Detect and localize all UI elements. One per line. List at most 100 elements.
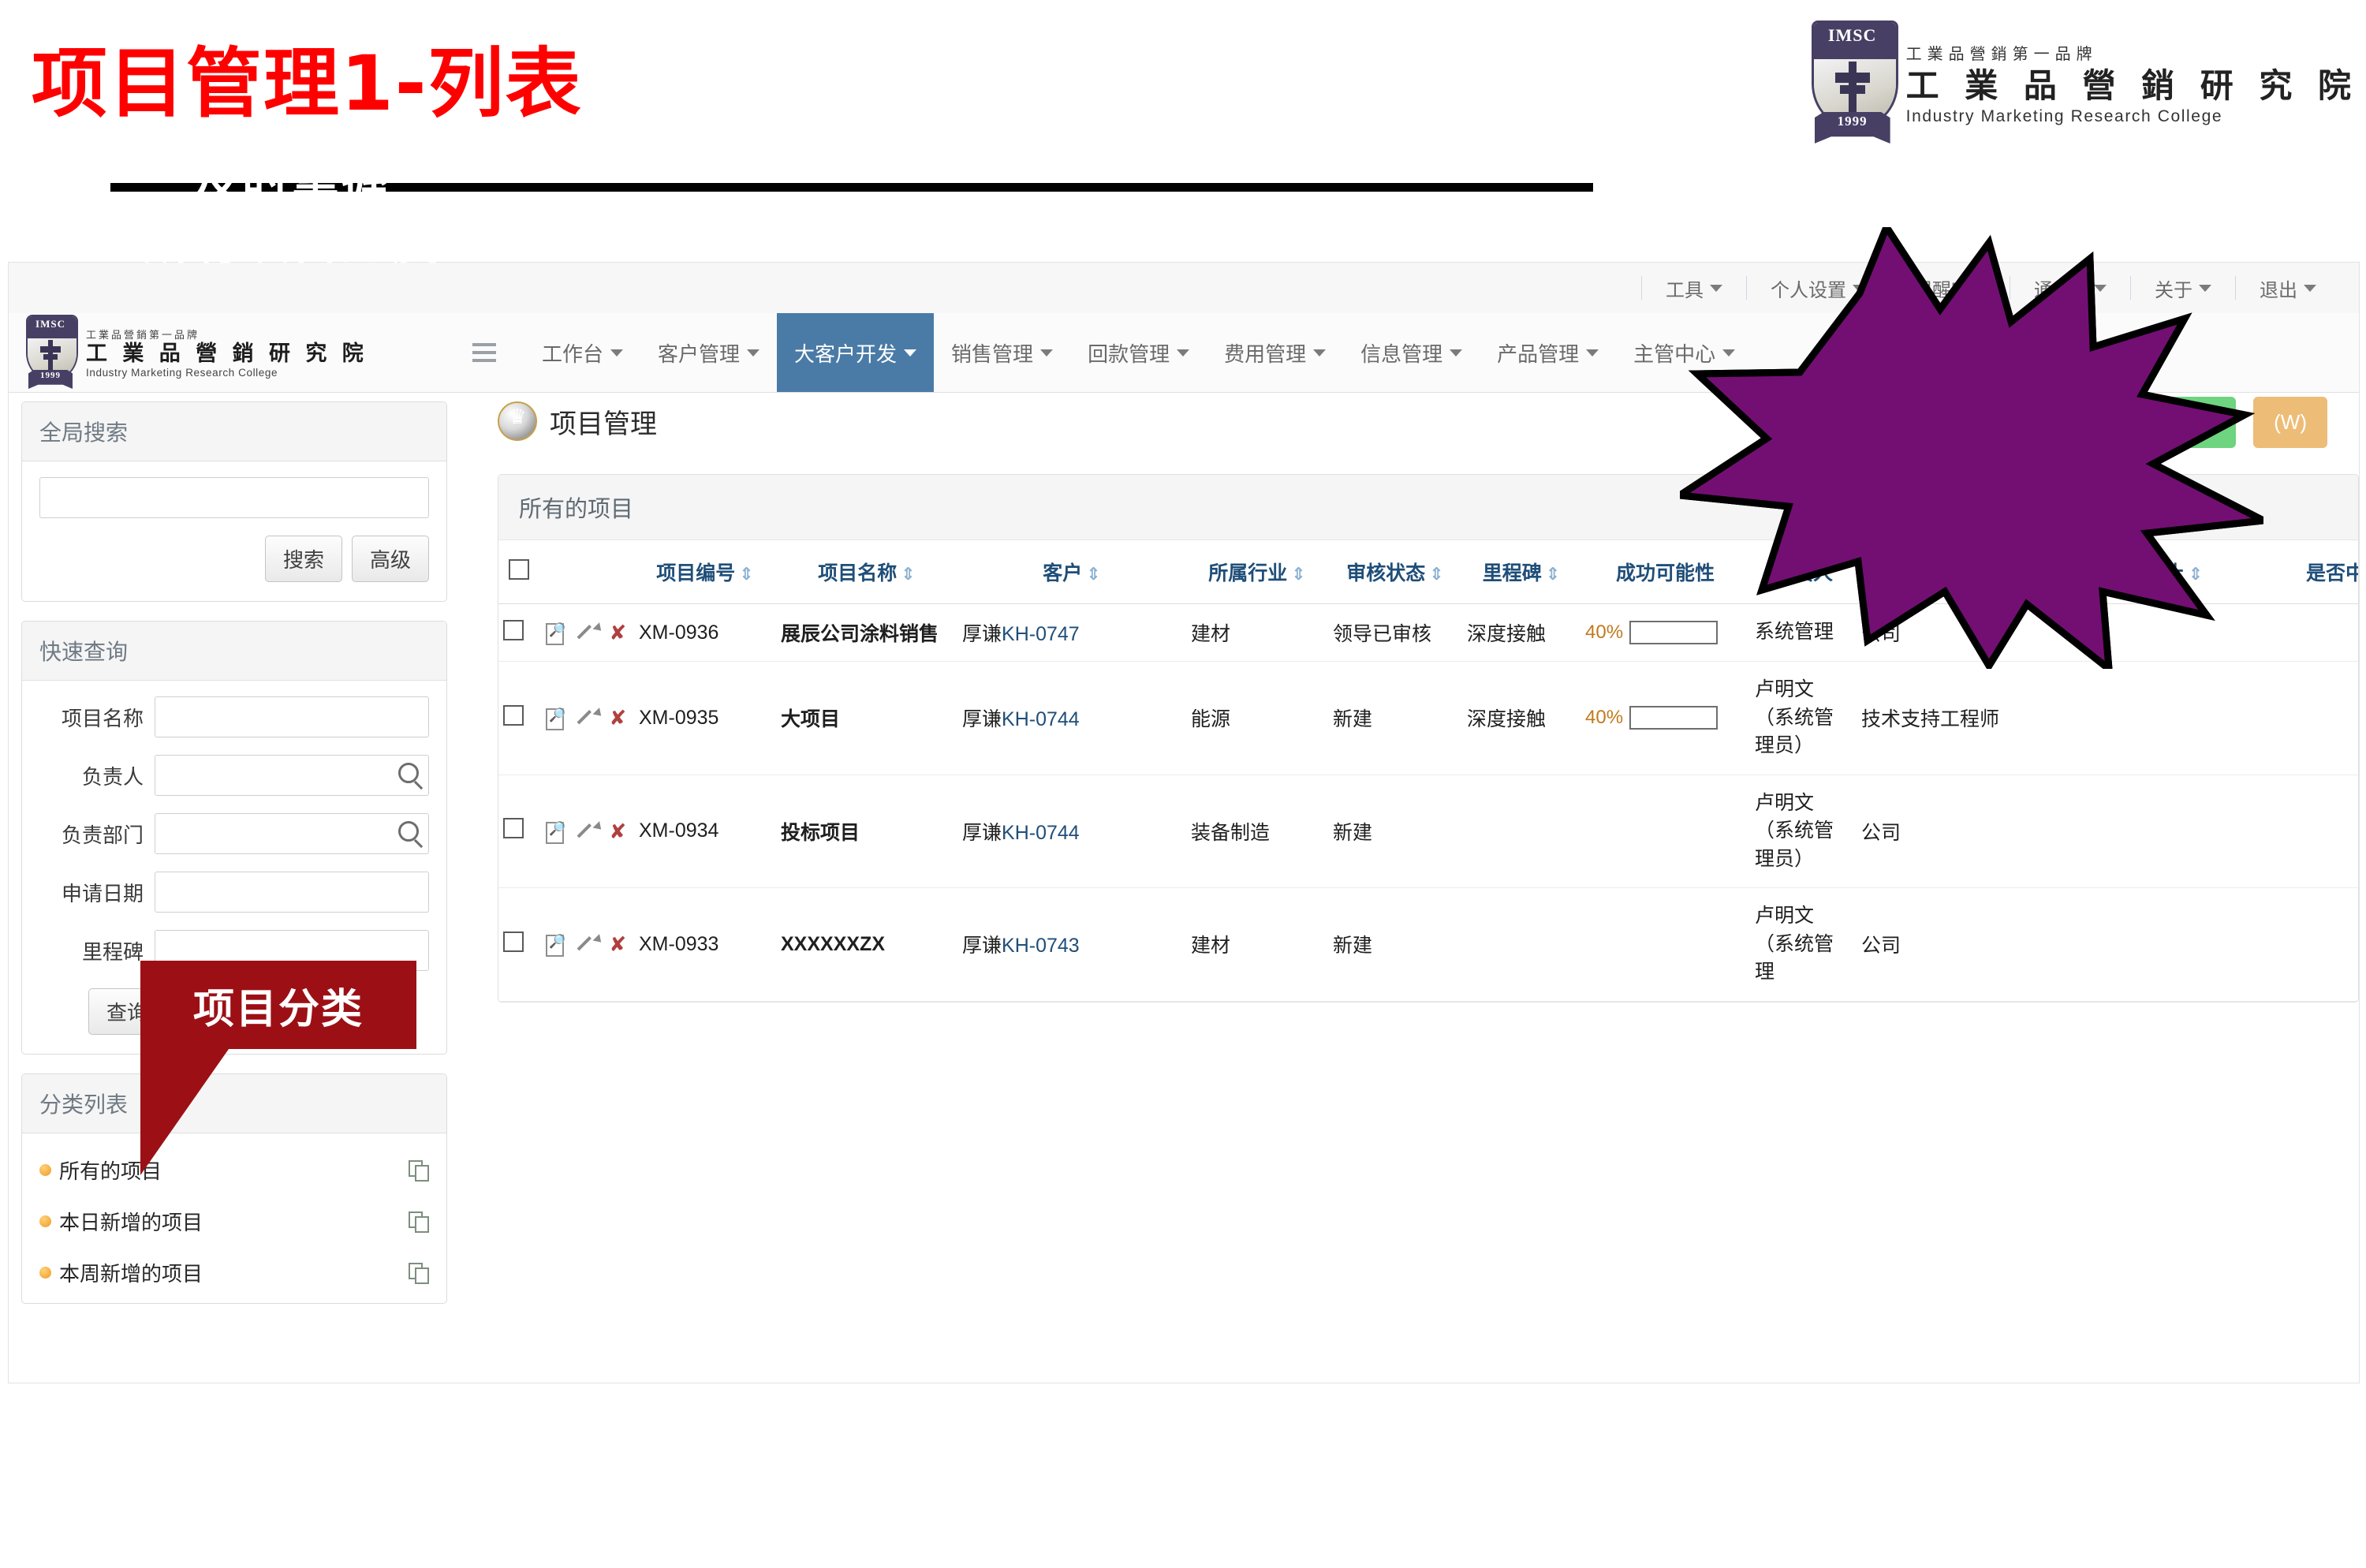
global-search-button[interactable]: 搜索 xyxy=(265,536,342,582)
sort-icon[interactable]: ⇕ xyxy=(1086,566,1100,583)
edit-pencil-icon[interactable] xyxy=(575,621,598,644)
cell-department: 公司 xyxy=(1857,775,2006,888)
row-select-cell[interactable] xyxy=(498,604,539,662)
nav-item-workbench[interactable]: 工作台 xyxy=(524,313,640,392)
cell-customer[interactable]: 厚谦KH-0744 xyxy=(957,662,1186,775)
cell-project-name[interactable]: 大项目 xyxy=(776,662,957,775)
customer-prefix: 厚谦 xyxy=(962,935,1002,957)
customer-code: KH-0747 xyxy=(1002,623,1080,645)
sort-icon[interactable]: ⇕ xyxy=(1429,566,1443,583)
global-search-title: 全局搜索 xyxy=(22,402,446,461)
app-logo[interactable]: IMSC 1999 工業品營銷第一品牌 工 業 品 營 銷 研 究 院 Indu… xyxy=(9,315,468,390)
search-icon[interactable] xyxy=(398,821,419,842)
cell-project-name[interactable]: XXXXXXZX xyxy=(776,888,957,1002)
table-row[interactable]: ✘ XM-0935 大项目 厚谦KH-0744 能源 新建 深度接触 xyxy=(498,662,2359,775)
quick-query-row-apply-date: 申请日期 xyxy=(39,872,429,913)
callout-star-line2: 所有项目进度 xyxy=(0,212,584,274)
category-item-label: 本周新增的项目 xyxy=(59,1258,203,1287)
cell-project-code[interactable]: XM-0935 xyxy=(634,662,776,775)
row-actions-cell: ✘ xyxy=(539,604,634,662)
row-select-cell[interactable] xyxy=(498,888,539,1002)
category-item-today-new[interactable]: 本日新增的项目 xyxy=(22,1196,446,1247)
sort-icon[interactable]: ⇕ xyxy=(901,566,915,583)
cell-project-code[interactable]: XM-0933 xyxy=(634,888,776,1002)
sort-icon[interactable]: ⇕ xyxy=(739,566,753,583)
nav-item-customer-management[interactable]: 客户管理 xyxy=(640,313,777,392)
extra-action-button[interactable]: (W) xyxy=(2253,397,2327,448)
row-checkbox[interactable] xyxy=(503,818,524,838)
delete-x-icon[interactable]: ✘ xyxy=(606,706,629,730)
topbar-item-label: 退出 xyxy=(2260,274,2297,302)
nav-item-product-management[interactable]: 产品管理 xyxy=(1480,313,1616,392)
sort-icon[interactable]: ⇕ xyxy=(1291,566,1305,583)
copy-icon[interactable] xyxy=(409,1160,429,1181)
nav-item-sales-management[interactable]: 销售管理 xyxy=(934,313,1070,392)
owner-input[interactable] xyxy=(155,755,429,796)
copy-icon[interactable] xyxy=(409,1211,429,1232)
column-header-audit-status[interactable]: 审核状态⇕ xyxy=(1328,540,1462,604)
shield-code-label: IMSC xyxy=(26,318,75,330)
cell-customer[interactable]: 厚谦KH-0747 xyxy=(957,604,1186,662)
chevron-down-icon xyxy=(747,349,759,357)
search-icon[interactable] xyxy=(398,763,419,783)
cell-audit-status: 新建 xyxy=(1328,775,1462,888)
delete-x-icon[interactable]: ✘ xyxy=(606,932,629,956)
select-all-header[interactable] xyxy=(498,540,539,604)
column-header-customer[interactable]: 客户⇕ xyxy=(957,540,1186,604)
row-select-cell[interactable] xyxy=(498,662,539,775)
topbar-divider xyxy=(1641,276,1642,300)
progress-label: 40% xyxy=(1585,707,1623,729)
view-icon[interactable] xyxy=(544,706,567,730)
nav-item-key-account-development[interactable]: 大客户开发 xyxy=(777,313,934,392)
project-name-input[interactable] xyxy=(155,696,429,737)
actions-header xyxy=(539,540,634,604)
edit-pencil-icon[interactable] xyxy=(575,706,598,730)
callout-red-tail xyxy=(140,1049,235,1175)
row-checkbox[interactable] xyxy=(503,705,524,726)
nav-item-label: 费用管理 xyxy=(1224,338,1306,368)
view-icon[interactable] xyxy=(544,819,567,843)
row-actions-cell: ✘ xyxy=(539,775,634,888)
select-all-checkbox[interactable] xyxy=(509,559,529,580)
cell-project-name[interactable]: 展辰公司涂料销售 xyxy=(776,604,957,662)
cell-owner: 卢明文（系统管理员） xyxy=(1750,662,1857,775)
global-search-input[interactable] xyxy=(39,477,429,518)
cell-project-name[interactable]: 投标项目 xyxy=(776,775,957,888)
apply-date-input[interactable] xyxy=(155,872,429,913)
cell-owner: 卢明文（系统管理员） xyxy=(1750,775,1857,888)
view-icon[interactable] xyxy=(544,932,567,956)
row-select-cell[interactable] xyxy=(498,775,539,888)
table-row[interactable]: ✘ XM-0933 XXXXXXZX 厚谦KH-0743 建材 新建 卢明文（系… xyxy=(498,888,2359,1002)
column-label: 客户 xyxy=(1043,562,1082,584)
nav-item-label: 工作台 xyxy=(542,338,603,368)
column-label: 里程碑 xyxy=(1483,562,1542,584)
cell-project-code[interactable]: XM-0936 xyxy=(634,604,776,662)
nav-item-expense-management[interactable]: 费用管理 xyxy=(1207,313,1343,392)
brand-name-en: Industry Marketing Research College xyxy=(86,367,368,379)
department-input[interactable] xyxy=(155,813,429,854)
delete-x-icon[interactable]: ✘ xyxy=(606,819,629,843)
edit-pencil-icon[interactable] xyxy=(575,932,598,956)
column-header-milestone[interactable]: 里程碑⇕ xyxy=(1462,540,1580,604)
global-search-advanced-button[interactable]: 高级 xyxy=(352,536,429,582)
nav-item-information-management[interactable]: 信息管理 xyxy=(1343,313,1480,392)
delete-x-icon[interactable]: ✘ xyxy=(606,621,629,644)
table-row[interactable]: ✘ XM-0934 投标项目 厚谦KH-0744 装备制造 新建 卢明文（系统管… xyxy=(498,775,2359,888)
column-header-industry[interactable]: 所属行业⇕ xyxy=(1186,540,1328,604)
view-icon[interactable] xyxy=(544,621,567,644)
cell-project-code[interactable]: XM-0934 xyxy=(634,775,776,888)
cell-customer[interactable]: 厚谦KH-0744 xyxy=(957,775,1186,888)
nav-item-payment-management[interactable]: 回款管理 xyxy=(1070,313,1207,392)
column-header-project-name[interactable]: 项目名称⇕ xyxy=(776,540,957,604)
sort-icon[interactable]: ⇕ xyxy=(1546,566,1560,583)
quick-query-row-owner: 负责人 xyxy=(39,755,429,796)
edit-pencil-icon[interactable] xyxy=(575,819,598,843)
medal-icon xyxy=(498,401,537,441)
category-item-week-new[interactable]: 本周新增的项目 xyxy=(22,1247,446,1298)
copy-icon[interactable] xyxy=(409,1263,429,1283)
row-checkbox[interactable] xyxy=(503,620,524,640)
row-checkbox[interactable] xyxy=(503,931,524,952)
column-header-project-code[interactable]: 项目编号⇕ xyxy=(634,540,776,604)
hamburger-icon[interactable] xyxy=(472,335,507,370)
cell-customer[interactable]: 厚谦KH-0743 xyxy=(957,888,1186,1002)
